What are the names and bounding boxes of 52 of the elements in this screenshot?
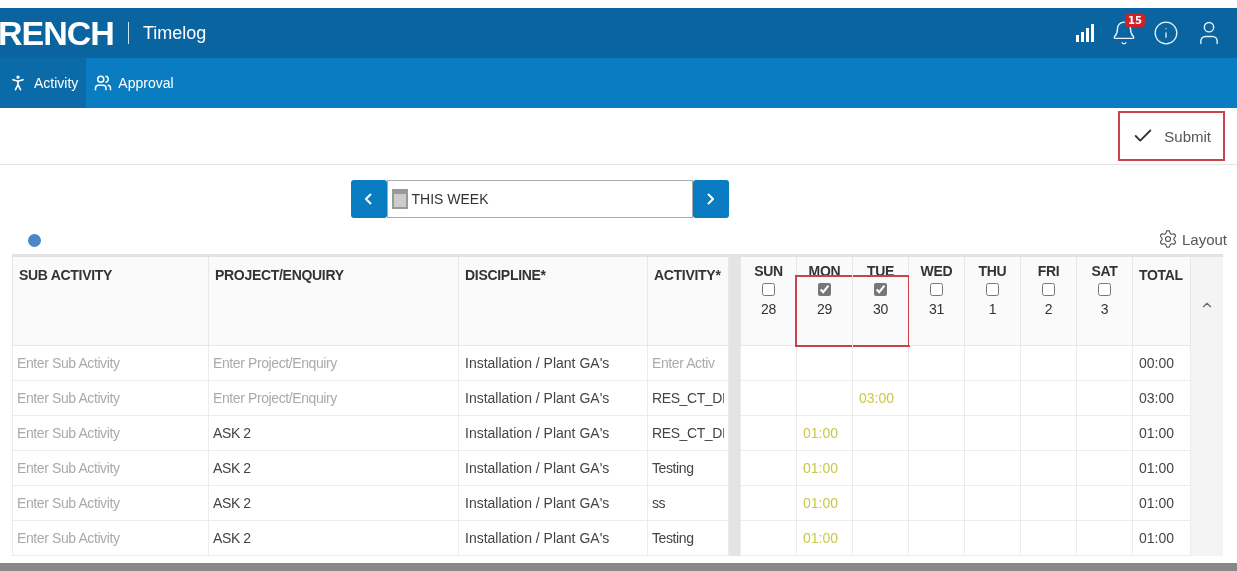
day-name: SAT (1090, 263, 1119, 279)
day-name: FRI (1036, 263, 1061, 279)
table-cell: 00:00 (1132, 345, 1191, 381)
table-cell: Installation / Plant GA's (458, 415, 648, 451)
table-cell: 03:00 (1132, 380, 1191, 416)
nav-tab[interactable]: Activity (0, 58, 87, 108)
day-name: THU (977, 263, 1008, 279)
day-checkbox[interactable] (874, 283, 887, 296)
table-cell: Installation / Plant GA's (458, 520, 648, 556)
app-title: Timelog (142, 22, 207, 44)
notification-badge: 15 (1125, 14, 1145, 27)
chevron-left-icon (365, 193, 372, 205)
column-header: SUB ACTIVITY (12, 255, 209, 346)
day-date: 28 (760, 301, 777, 317)
week-field[interactable]: THIS WEEK (386, 180, 693, 218)
calendar-icon (391, 189, 408, 209)
signal-icon[interactable] (1075, 24, 1095, 42)
table-cell: Installation / Plant GA's (458, 450, 648, 486)
day-checkbox[interactable] (762, 283, 775, 296)
day-checkbox[interactable] (1098, 283, 1111, 296)
logo: RENCH (0, 13, 114, 53)
chevron-right-icon (707, 193, 714, 205)
nav-tab[interactable]: Approval (86, 58, 182, 108)
table-cell: Installation / Plant GA's (458, 380, 648, 416)
previous-week-button[interactable] (350, 180, 387, 218)
settings-icon (1157, 229, 1178, 249)
day-date: 31 (928, 301, 945, 317)
day-date: 29 (816, 301, 833, 317)
day-checkbox[interactable] (930, 283, 943, 296)
day-date: 30 (872, 301, 889, 317)
table-cell: 01:00 (1132, 520, 1191, 556)
layout-button[interactable]: Layout (1157, 229, 1227, 249)
table-cell: Installation / Plant GA's (458, 345, 648, 381)
column-header: PROJECT/ENQUIRY (208, 255, 459, 346)
table-cell: Installation / Plant GA's (458, 485, 648, 521)
day-checkbox[interactable] (818, 283, 831, 296)
day-date: 3 (1099, 301, 1110, 317)
submit-button[interactable]: Submit (1118, 111, 1225, 161)
day-checkbox[interactable] (986, 283, 999, 296)
people-icon (94, 74, 113, 92)
column-header: TOTAL (1132, 255, 1191, 346)
column-header: DISCIPLINE* (458, 255, 648, 346)
table-cell: 01:00 (1132, 485, 1191, 521)
day-date: 1 (987, 301, 998, 317)
next-week-button[interactable] (692, 180, 729, 218)
day-checkbox[interactable] (1042, 283, 1055, 296)
day-name: SUN (753, 263, 784, 279)
column-header: ACTIVITY* (647, 255, 729, 346)
table-cell: 01:00 (1132, 450, 1191, 486)
table-cell: 01:00 (1132, 415, 1191, 451)
day-name: WED (919, 263, 954, 279)
day-date: 2 (1043, 301, 1054, 317)
